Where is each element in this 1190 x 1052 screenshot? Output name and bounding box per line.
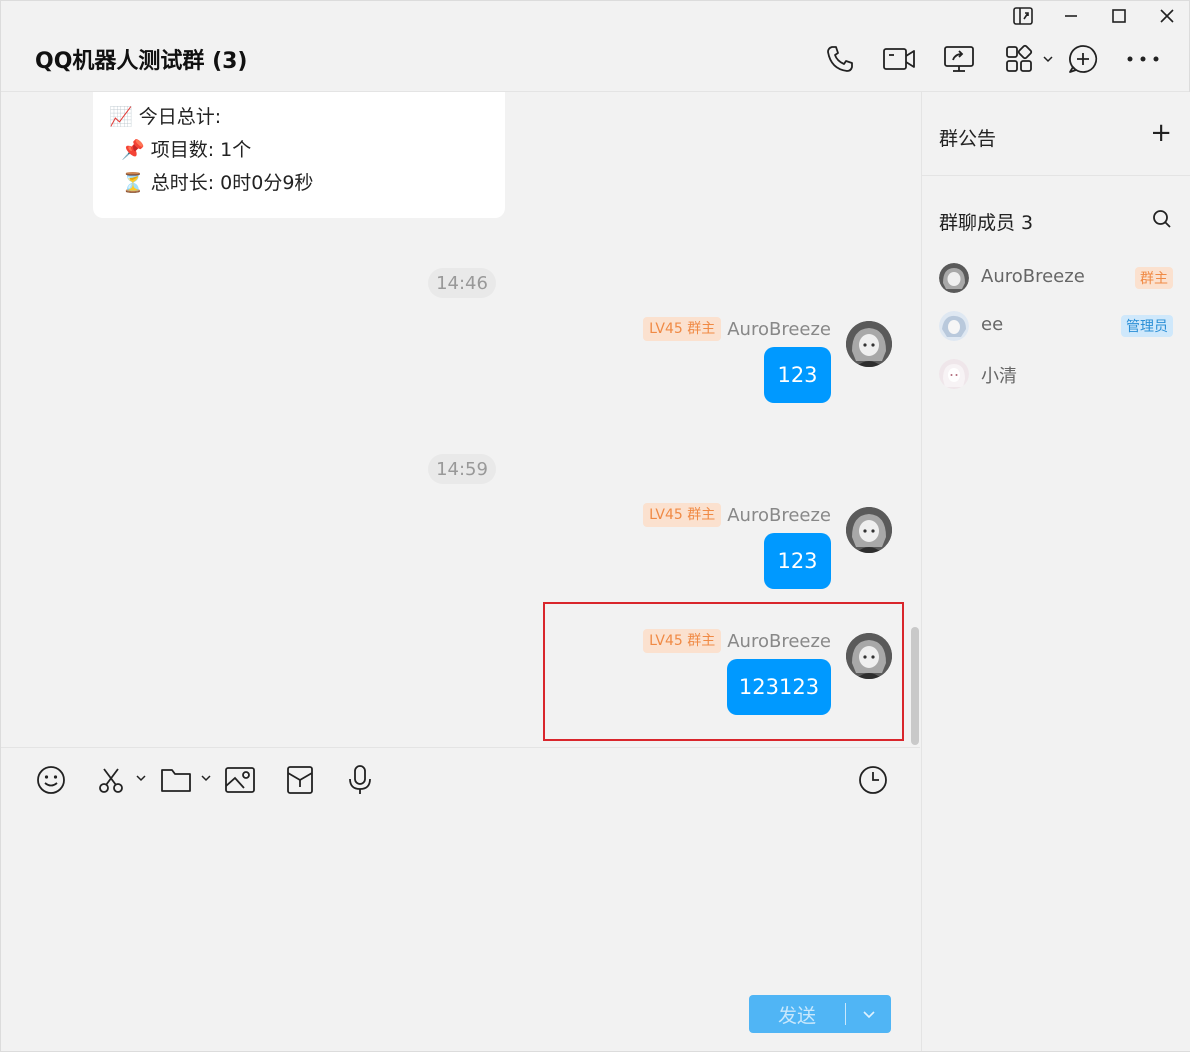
pin-window-button[interactable] <box>1003 5 1043 27</box>
send-button-group: 发送 <box>749 995 891 1033</box>
minimize-button[interactable] <box>1051 5 1091 27</box>
chevron-down-icon <box>862 1011 875 1019</box>
red-packet-button[interactable] <box>282 762 318 798</box>
red-envelope-icon <box>287 766 313 794</box>
member-item[interactable]: AuroBreeze 群主 <box>939 261 1179 295</box>
sidebar-divider <box>922 175 1190 176</box>
owner-badge: 群主 <box>1135 267 1173 289</box>
video-call-button[interactable] <box>881 41 917 77</box>
level-role-badge: LV45 群主 <box>643 503 722 527</box>
search-icon <box>1153 210 1171 228</box>
minimize-icon <box>1065 15 1077 17</box>
member-name: 小清 <box>981 366 1017 387</box>
outgoing-message-bubble[interactable]: 123 <box>764 347 831 403</box>
summary-line-items: 📌 项目数: 1个 <box>121 139 252 161</box>
avatar <box>939 263 969 293</box>
summary-line-duration: ⏳ 总时长: 0时0分9秒 <box>121 172 314 194</box>
member-name: ee <box>981 314 1004 335</box>
message-input[interactable] <box>1 807 920 987</box>
timestamp-divider: 14:59 <box>428 454 496 484</box>
file-button[interactable] <box>158 762 194 798</box>
image-icon <box>225 767 255 793</box>
composer-toolbar <box>1 747 920 808</box>
avatar[interactable] <box>846 507 892 553</box>
video-camera-icon <box>883 48 915 70</box>
chart-increasing-icon: 📈 <box>109 106 133 128</box>
chat-plus-icon <box>1069 45 1098 73</box>
avatar[interactable] <box>846 321 892 367</box>
apps-grid-icon <box>1006 44 1033 72</box>
summary-line-total: 📈 今日总计: <box>109 106 222 128</box>
send-options-button[interactable] <box>846 1007 891 1021</box>
message-sender-row: LV45 群主 AuroBreeze <box>643 317 831 341</box>
message-list-scrollbar[interactable] <box>911 627 919 745</box>
highlighted-message-frame <box>543 602 904 741</box>
more-options-button[interactable] <box>1125 41 1161 77</box>
members-title: 群聊成员 3 <box>939 212 1034 234</box>
screenshot-button[interactable] <box>93 762 129 798</box>
screen-share-icon <box>944 46 974 72</box>
more-dots-icon <box>1127 56 1159 62</box>
admin-badge: 管理员 <box>1121 315 1173 337</box>
emoji-button[interactable] <box>33 762 69 798</box>
message-sender-row: LV45 群主 AuroBreeze <box>643 503 831 527</box>
close-icon <box>1160 9 1174 23</box>
outgoing-message-bubble[interactable]: 123 <box>764 533 831 589</box>
folder-icon <box>161 769 191 792</box>
chevron-down-icon[interactable] <box>135 772 147 784</box>
member-item[interactable]: ee 管理员 <box>939 309 1179 343</box>
image-button[interactable] <box>222 762 258 798</box>
apps-button[interactable] <box>1001 41 1037 77</box>
send-button[interactable]: 发送 <box>749 1001 845 1028</box>
member-name: AuroBreeze <box>981 266 1085 287</box>
level-role-badge: LV45 群主 <box>643 317 722 341</box>
summary-message-bubble[interactable]: 📈 今日总计: 📌 项目数: 1个 ⏳ 总时长: 0时0分9秒 <box>93 92 505 218</box>
chat-window: QQ机器人测试群 (3) 📈 今日总计: 📌 项目数: 1个 ⏳ 总时长: 0时… <box>0 0 1190 1052</box>
hourglass-icon: ⏳ <box>121 172 145 194</box>
chat-header: QQ机器人测试群 (3) <box>1 1 1189 92</box>
avatar <box>939 359 969 389</box>
chevron-down-icon[interactable] <box>200 772 212 784</box>
message-history-button[interactable] <box>855 762 891 798</box>
voice-call-button[interactable] <box>822 41 858 77</box>
voice-message-button[interactable] <box>342 762 378 798</box>
pin-window-icon <box>1013 7 1033 25</box>
chat-title: QQ机器人测试群 (3) <box>35 49 248 74</box>
avatar <box>939 311 969 341</box>
chevron-down-icon[interactable] <box>1042 53 1054 65</box>
clock-icon <box>859 766 887 794</box>
screen-share-button[interactable] <box>941 41 977 77</box>
add-feature-button[interactable] <box>1065 41 1101 77</box>
close-button[interactable] <box>1147 5 1187 27</box>
sender-name[interactable]: AuroBreeze <box>727 505 831 526</box>
sender-name[interactable]: AuroBreeze <box>727 319 831 340</box>
announcement-title[interactable]: 群公告 <box>939 124 996 151</box>
maximize-icon <box>1112 9 1126 23</box>
scissors-icon <box>99 768 123 793</box>
smiley-icon <box>37 766 65 794</box>
phone-icon <box>827 46 853 72</box>
microphone-icon <box>349 765 371 794</box>
maximize-button[interactable] <box>1099 5 1139 27</box>
group-sidebar: 群公告 + 群聊成员 3 AuroBreeze 群主 ee 管理员 小清 <box>921 92 1190 1051</box>
add-announcement-icon[interactable]: + <box>1150 118 1172 148</box>
member-item[interactable]: 小清 <box>939 357 1179 391</box>
pushpin-icon: 📌 <box>121 139 145 161</box>
timestamp-divider: 14:46 <box>428 268 496 298</box>
member-search-button[interactable] <box>1152 209 1172 233</box>
